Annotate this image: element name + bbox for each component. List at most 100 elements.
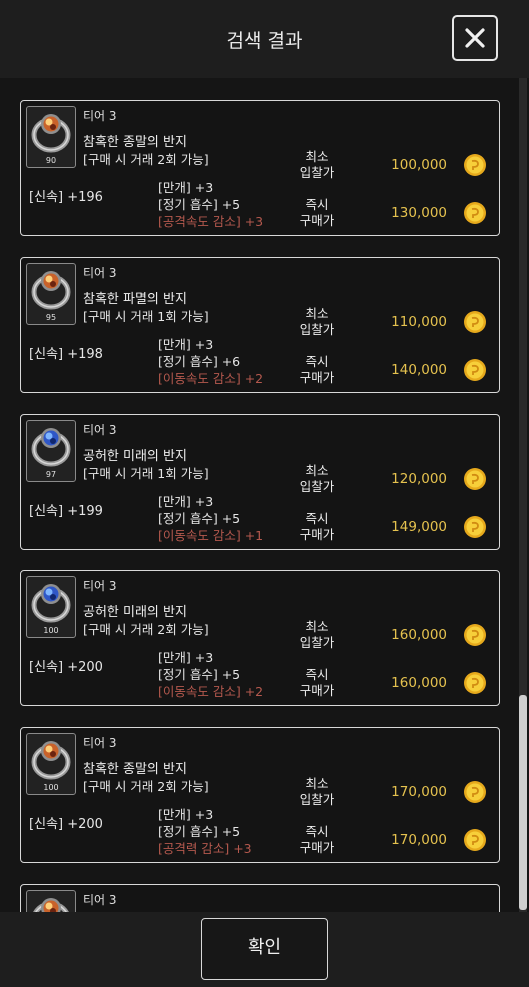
item-name: 공허한 미래의 반지 (83, 449, 187, 464)
item-name: 참혹한 파멸의 반지 (83, 292, 187, 307)
ring-icon[interactable] (26, 890, 76, 912)
item-card[interactable]: 97 티어 3 공허한 미래의 반지 [구매 시 거래 1회 가능] [신속] +199… (20, 414, 500, 550)
ring-icon[interactable]: 100 (26, 576, 76, 638)
base-stat: [신속] +196 (29, 190, 103, 205)
min-bid-label-line1: 최소 (305, 619, 329, 634)
gold-coin-icon (463, 358, 487, 382)
gold-coin-icon (463, 467, 487, 491)
buy-now-label-line2: 구매가 (299, 527, 335, 542)
item-tier: 티어 3 (83, 736, 117, 750)
buy-now-label: 즉시 구매가 (291, 354, 343, 386)
min-bid-label-line1: 최소 (305, 149, 329, 164)
close-button[interactable] (452, 15, 498, 61)
item-tier: 티어 3 (83, 893, 117, 907)
base-stat: [신속] +199 (29, 504, 103, 519)
page-title: 검색 결과 (226, 30, 303, 52)
item-card[interactable]: 90 티어 3 참혹한 종말의 반지 [구매 시 거래 2회 가능] [신속] +196… (20, 100, 500, 236)
scrollbar-thumb[interactable] (519, 695, 527, 910)
buy-now-price: 140,000 (391, 362, 447, 378)
item-tier: 티어 3 (83, 109, 117, 123)
buy-now-label-line1: 즉시 (305, 511, 329, 526)
header: 검색 결과 (0, 0, 529, 78)
trade-limit: [구매 시 거래 1회 가능] (83, 309, 209, 324)
close-icon (465, 28, 485, 48)
min-bid-label: 최소 입찰가 (291, 149, 343, 181)
min-bid-label-line1: 최소 (305, 306, 329, 321)
buy-now-label: 즉시 구매가 (291, 667, 343, 699)
min-bid-label-line2: 입찰가 (299, 635, 335, 650)
item-level: 100 (43, 783, 59, 792)
base-stat: [신속] +198 (29, 347, 103, 362)
buy-now-price: 130,000 (391, 205, 447, 221)
min-bid-label-line2: 입찰가 (299, 165, 335, 180)
buy-now-price: 170,000 (391, 832, 447, 848)
penalty-engraving: [이동속도 감소] +2 (158, 371, 264, 386)
item-level: 95 (45, 313, 57, 322)
trade-limit: [구매 시 거래 1회 가능] (83, 466, 209, 481)
gold-coin-icon (463, 780, 487, 804)
trade-limit: [구매 시 거래 2회 가능] (83, 622, 209, 637)
buy-now-label-line2: 구매가 (299, 213, 335, 228)
ring-icon[interactable]: 97 (26, 420, 76, 482)
min-bid-price: 160,000 (391, 627, 447, 643)
buy-now-label-line1: 즉시 (305, 824, 329, 839)
min-bid-label-line2: 입찰가 (299, 479, 335, 494)
min-bid-label: 최소 입찰가 (291, 463, 343, 495)
item-tier: 티어 3 (83, 579, 117, 593)
min-bid-price: 120,000 (391, 471, 447, 487)
item-level: 90 (45, 156, 57, 165)
item-level: 97 (45, 470, 57, 479)
buy-now-price: 160,000 (391, 675, 447, 691)
base-stat: [신속] +200 (29, 660, 103, 675)
ring-icon[interactable]: 100 (26, 733, 76, 795)
item-name: 참혹한 종말의 반지 (83, 762, 187, 777)
gold-coin-icon (463, 310, 487, 334)
item-name: 공허한 미래의 반지 (83, 605, 187, 620)
min-bid-label: 최소 입찰가 (291, 619, 343, 651)
trade-limit: [구매 시 거래 2회 가능] (83, 152, 209, 167)
buy-now-price: 149,000 (391, 519, 447, 535)
min-bid-price: 170,000 (391, 784, 447, 800)
item-card[interactable]: 95 티어 3 참혹한 파멸의 반지 [구매 시 거래 1회 가능] [신속] +198… (20, 257, 500, 393)
trade-limit: [구매 시 거래 2회 가능] (83, 779, 209, 794)
min-bid-label-line1: 최소 (305, 776, 329, 791)
gold-coin-icon (463, 201, 487, 225)
min-bid-price: 100,000 (391, 157, 447, 173)
base-stat: [신속] +200 (29, 817, 103, 832)
item-name: 참혹한 종말의 반지 (83, 135, 187, 150)
min-bid-price: 110,000 (391, 314, 447, 330)
penalty-engraving: [공격력 감소] +3 (158, 841, 252, 856)
buy-now-label-line1: 즉시 (305, 197, 329, 212)
item-card[interactable]: 100 티어 3 공허한 미래의 반지 [구매 시 거래 2회 가능] [신속] +20… (20, 570, 500, 706)
min-bid-label-line1: 최소 (305, 463, 329, 478)
item-level: 100 (43, 626, 59, 635)
item-card[interactable]: 100 티어 3 참혹한 종말의 반지 [구매 시 거래 2회 가능] [신속] +20… (20, 727, 500, 863)
buy-now-label-line2: 구매가 (299, 683, 335, 698)
gold-coin-icon (463, 623, 487, 647)
gold-coin-icon (463, 671, 487, 695)
buy-now-label-line1: 즉시 (305, 667, 329, 682)
gold-coin-icon (463, 828, 487, 852)
penalty-engraving: [이동속도 감소] +2 (158, 684, 264, 699)
buy-now-label-line1: 즉시 (305, 354, 329, 369)
confirm-button[interactable]: 확인 (201, 918, 328, 980)
min-bid-label-line2: 입찰가 (299, 322, 335, 337)
min-bid-label-line2: 입찰가 (299, 792, 335, 807)
result-list[interactable]: 90 티어 3 참혹한 종말의 반지 [구매 시 거래 2회 가능] [신속] +196… (0, 78, 529, 912)
min-bid-label: 최소 입찰가 (291, 776, 343, 808)
buy-now-label-line2: 구매가 (299, 370, 335, 385)
ring-icon[interactable]: 90 (26, 106, 76, 168)
buy-now-label: 즉시 구매가 (291, 824, 343, 856)
item-card[interactable]: 티어 3 (20, 884, 500, 912)
buy-now-label: 즉시 구매가 (291, 197, 343, 229)
item-tier: 티어 3 (83, 423, 117, 437)
gold-coin-icon (463, 153, 487, 177)
ring-icon[interactable]: 95 (26, 263, 76, 325)
buy-now-label-line2: 구매가 (299, 840, 335, 855)
item-tier: 티어 3 (83, 266, 117, 280)
penalty-engraving: [공격속도 감소] +3 (158, 214, 264, 229)
min-bid-label: 최소 입찰가 (291, 306, 343, 338)
penalty-engraving: [이동속도 감소] +1 (158, 528, 264, 543)
buy-now-label: 즉시 구매가 (291, 511, 343, 543)
gold-coin-icon (463, 515, 487, 539)
